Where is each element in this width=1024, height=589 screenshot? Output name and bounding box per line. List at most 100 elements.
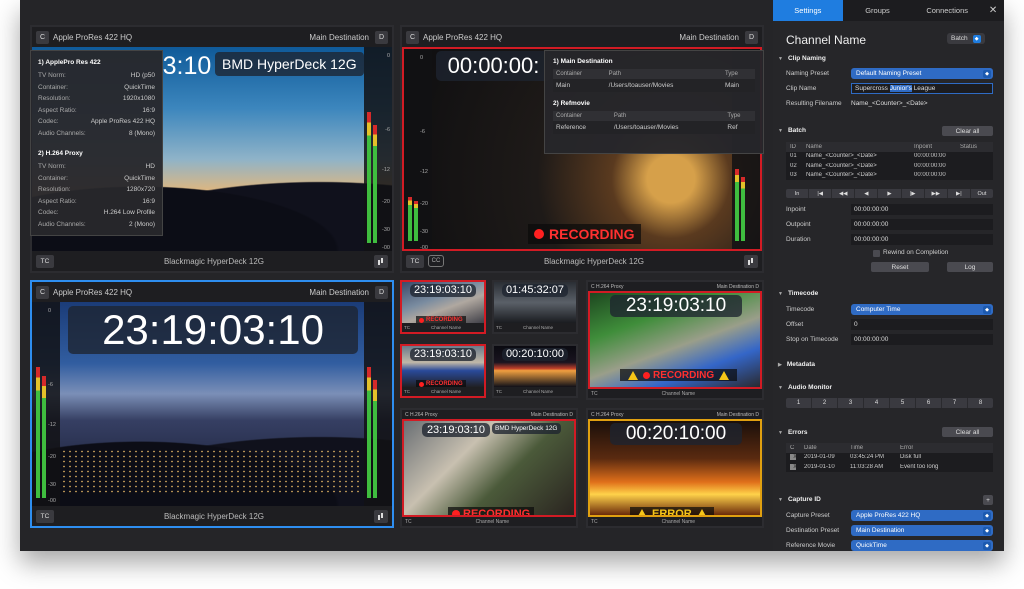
channel-fire[interactable]: C H.264 Proxy Main Destination D 00:20:10… [586,408,764,528]
close-icon[interactable]: ✕ [982,0,1004,21]
codec-label: C H.264 Proxy [405,411,438,418]
log-button[interactable]: Log [947,262,993,272]
mini-channel[interactable]: 00:20:10:00 TC Channel Name [492,344,578,398]
go-to-start-icon[interactable]: |◀ [809,189,833,198]
section-clip-naming[interactable]: ▼ Clip Naming [778,55,826,62]
table-row[interactable]: 03 Name_<Counter>_<Date> 00:00:00:00 [786,171,993,181]
cell: 02 [790,162,797,169]
table-row[interactable]: Main/Users/toauser/Movies Main [553,79,755,92]
destination-button[interactable]: D [375,285,388,299]
add-capture-id-button[interactable]: + [983,495,993,505]
mini-channel[interactable]: 23:19:03:10 RECORDING TC Channel Name [400,344,486,398]
error-badge: ERROR [630,507,714,515]
audio-meter-icon[interactable] [744,254,758,268]
inpoint-label: Inpoint [786,206,806,213]
naming-preset-select[interactable]: Default Naming Preset ◆ [851,68,993,79]
section-capture-id[interactable]: ▼ Capture ID [778,496,821,503]
error-x-icon[interactable]: X [790,454,796,461]
timecode-button[interactable]: TC [404,389,410,394]
table-row[interactable]: 01 Name_<Counter>_<Date> 00:00:00:00 [786,152,993,162]
offset-field[interactable]: 0 [851,319,993,330]
section-errors[interactable]: ▼ Errors [778,429,807,436]
destination-button[interactable]: D [745,30,758,44]
audio-channel-6[interactable]: 6 [916,398,942,408]
tab-settings[interactable]: Settings [773,0,843,21]
table-row[interactable]: X 2019-01-09 03:45:24 PM Disk full [786,453,993,463]
clip-name-field[interactable]: Supercross Junior's League [851,83,993,94]
step-back-icon[interactable]: ◀ [855,189,879,198]
play-icon[interactable]: ▶ [878,189,902,198]
rewind-checkbox[interactable] [873,250,880,257]
rewind-icon[interactable]: ◀◀ [832,189,856,198]
fast-forward-icon[interactable]: ▶▶ [925,189,948,198]
tab-groups[interactable]: Groups [843,0,913,21]
codec-info-button[interactable]: C [36,285,49,299]
timecode-button[interactable]: TC [36,254,54,268]
audio-channel-7[interactable]: 7 [942,398,968,408]
destination-button[interactable]: D [375,30,388,44]
out-button[interactable]: Out [971,189,993,198]
destination-preset-select[interactable]: Main Destination ◆ [851,525,993,536]
errors-clear-all-button[interactable]: Clear all [942,427,993,437]
timecode-select[interactable]: Computer Time ◆ [851,304,993,315]
mini-channel[interactable]: 23:19:03:10 RECORDING TC Channel Name [400,280,486,334]
channel-name-title: Channel Name [786,33,867,47]
audio-meter-icon[interactable] [374,509,388,523]
audio-channel-1[interactable]: 1 [786,398,812,408]
mini-footer: TC Channel Name [402,387,484,396]
step-forward-icon[interactable]: |▶ [902,189,925,198]
device-name-overlay: BMD HyperDeck 12G [492,423,561,434]
table-row[interactable]: 02 Name_<Counter>_<Date> 00:00:00:00 [786,161,993,171]
timecode-button[interactable]: TC [405,519,412,525]
error-x-icon[interactable]: X [790,463,796,470]
timecode-button[interactable]: TC [591,519,598,525]
channel-road[interactable]: C H.264 Proxy Main Destination D 23:19:03… [586,280,764,400]
batch-popup-button[interactable]: Batch ◆ [947,33,985,44]
table-row[interactable]: X 2019-01-10 11:03:28 AM Event too long [786,462,993,472]
channel-footer: TC Channel Name [588,389,762,398]
timecode-button[interactable]: TC [404,325,410,330]
timecode-button[interactable]: TC [496,389,502,394]
channel-label: Channel Name [522,325,554,330]
timecode-button[interactable]: TC [36,509,54,523]
table-row[interactable]: Reference/Users/toauser/Movies Ref [553,121,755,134]
audio-channel-5[interactable]: 5 [890,398,916,408]
audio-meter-left: 0 -6 -12 -20 -30 -00 [404,49,432,249]
capture-preset-select[interactable]: Apple ProRes 422 HQ ◆ [851,510,993,521]
section-audio-monitor[interactable]: ▼ Audio Monitor [778,384,832,391]
channel-street[interactable]: C H.264 Proxy Main Destination D 23:19:03… [400,408,578,528]
disclosure-triangle-icon: ▼ [778,127,783,134]
audio-channel-8[interactable]: 8 [968,398,993,408]
channel-panel-bottom-left[interactable]: C Apple ProRes 422 HQ Main Destination D… [30,280,394,528]
warning-icon [696,509,707,515]
info-value: 16:9 [142,197,155,205]
timecode-button[interactable]: TC [496,325,502,330]
audio-meter-icon[interactable] [374,254,388,268]
section-batch[interactable]: ▼ Batch [778,127,806,134]
stop-on-timecode-field[interactable]: 00:00:00:00 [851,334,993,345]
tab-connections[interactable]: Connections [912,0,982,21]
timecode-button[interactable]: TC [406,254,424,268]
reset-button[interactable]: Reset [871,262,929,272]
audio-channel-3[interactable]: 3 [838,398,864,408]
column-header: Status [960,143,978,150]
duration-field[interactable]: 00:00:00:00 [851,234,993,245]
closed-caption-button[interactable]: CC [428,255,444,267]
info-key: Audio Channels: [38,220,86,228]
record-dot-icon [643,371,650,379]
in-button[interactable]: In [786,189,810,198]
section-metadata[interactable]: ▶ Metadata [778,361,815,368]
go-to-end-icon[interactable]: ▶| [948,189,971,198]
section-timecode[interactable]: ▼ Timecode [778,290,818,297]
batch-clear-all-button[interactable]: Clear all [942,126,993,136]
mini-channel[interactable]: 01:45:32:07 TC Channel Name [492,280,578,334]
inpoint-field[interactable]: 00:00:00:00 [851,204,993,215]
timecode-button[interactable]: TC [591,391,598,397]
audio-channel-2[interactable]: 2 [812,398,838,408]
audio-channel-4[interactable]: 4 [864,398,890,408]
chevron-icon: ◆ [972,34,981,43]
reference-movie-select[interactable]: QuickTime ◆ [851,540,993,551]
codec-info-button[interactable]: C [36,30,49,44]
codec-info-button[interactable]: C [406,30,419,44]
outpoint-field[interactable]: 00:00:00:00 [851,219,993,230]
